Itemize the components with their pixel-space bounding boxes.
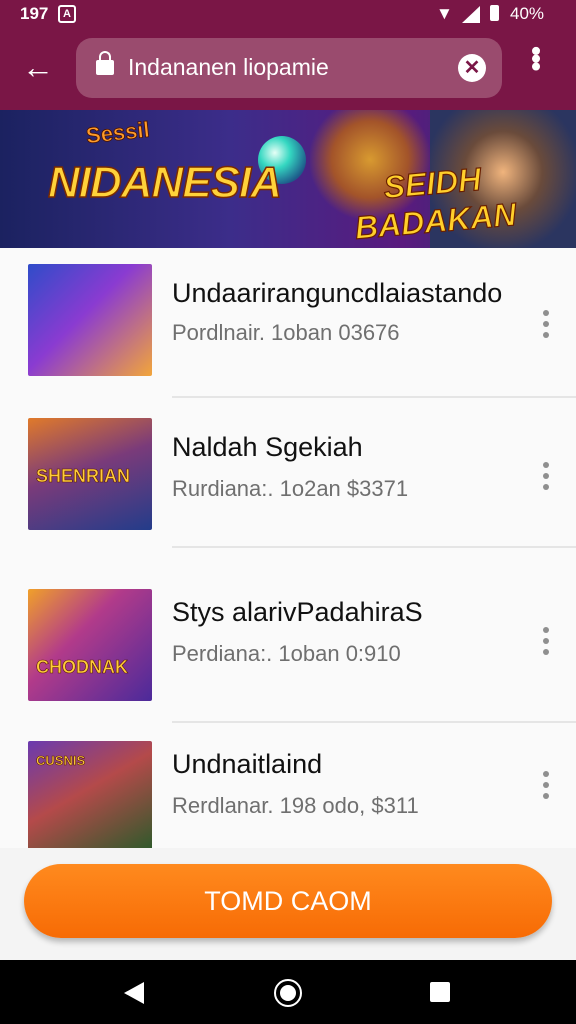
list-item[interactable]: SHENRIAN Naldah Sgekiah Rurdiana:. 1o2an… bbox=[0, 398, 576, 548]
signal-icon bbox=[462, 6, 480, 23]
game-thumbnail: CHODNAK bbox=[28, 589, 152, 701]
status-time: 197 bbox=[20, 4, 49, 23]
list-item[interactable]: Undaariranguncdlaiastando Pordlnair. 1ob… bbox=[0, 248, 576, 398]
promo-banner[interactable]: Sessil NIDANESIA SEIDH BADAKAN bbox=[0, 110, 576, 248]
item-menu-icon[interactable] bbox=[540, 310, 552, 343]
notification-icon: A bbox=[58, 5, 76, 23]
list-item[interactable]: CHODNAK Stys alarivPadahiraS Perdiana:. … bbox=[0, 573, 576, 723]
game-meta: Rurdiana:. 1o2an $3371 bbox=[172, 476, 409, 501]
back-arrow-icon[interactable]: ← bbox=[22, 48, 54, 86]
bottom-action-area: TOMD CAOM bbox=[0, 848, 576, 960]
wifi-icon: ▼ bbox=[436, 4, 453, 23]
game-meta: Rerdlanar. 198 odo, $311 bbox=[172, 793, 419, 818]
thumbnail-caption: SHENRIAN bbox=[36, 466, 131, 487]
game-thumbnail bbox=[28, 264, 152, 376]
banner-title: NIDANESIA bbox=[47, 157, 283, 208]
game-list: Undaariranguncdlaiastando Pordlnair. 1ob… bbox=[0, 248, 576, 853]
url-text[interactable]: Indananen liopamie bbox=[128, 54, 329, 81]
thumbnail-caption: CUSNIS bbox=[36, 753, 86, 769]
game-thumbnail: CUSNIS bbox=[28, 741, 152, 853]
game-meta: Pordlnair. 1oban 03676 bbox=[172, 320, 400, 345]
url-bar[interactable]: Indananen liopamie ✕ bbox=[76, 38, 502, 98]
overflow-menu-icon[interactable]: ••• bbox=[521, 46, 552, 69]
nav-back-icon[interactable] bbox=[124, 982, 144, 1004]
divider bbox=[172, 546, 576, 548]
system-nav-bar bbox=[0, 960, 576, 1024]
game-title: Naldah Sgekiah bbox=[172, 432, 363, 462]
browser-toolbar: ← Indananen liopamie ✕ ••• bbox=[0, 28, 576, 110]
game-title: Undnaitlaind bbox=[172, 749, 323, 779]
game-title: Undaariranguncdlaiastando bbox=[172, 278, 503, 308]
clear-icon[interactable]: ✕ bbox=[458, 54, 486, 82]
nav-recents-icon[interactable] bbox=[430, 982, 450, 1002]
item-menu-icon[interactable] bbox=[540, 771, 552, 804]
banner-subtitle: Sessil bbox=[84, 116, 151, 149]
thumbnail-caption: CHODNAK bbox=[36, 657, 129, 678]
game-title: Stys alarivPadahiraS bbox=[172, 597, 423, 627]
item-menu-icon[interactable] bbox=[540, 462, 552, 495]
battery-percent: 40% bbox=[510, 4, 545, 23]
item-menu-icon[interactable] bbox=[540, 627, 552, 660]
game-thumbnail: SHENRIAN bbox=[28, 418, 152, 530]
game-meta: Perdiana:. 1oban 0:910 bbox=[172, 641, 401, 666]
status-bar: 197 A ▼ 40% bbox=[0, 0, 576, 28]
nav-home-icon[interactable] bbox=[274, 979, 302, 1007]
primary-action-button[interactable]: TOMD CAOM bbox=[24, 864, 552, 938]
battery-icon bbox=[490, 5, 499, 21]
lock-icon bbox=[96, 51, 114, 75]
